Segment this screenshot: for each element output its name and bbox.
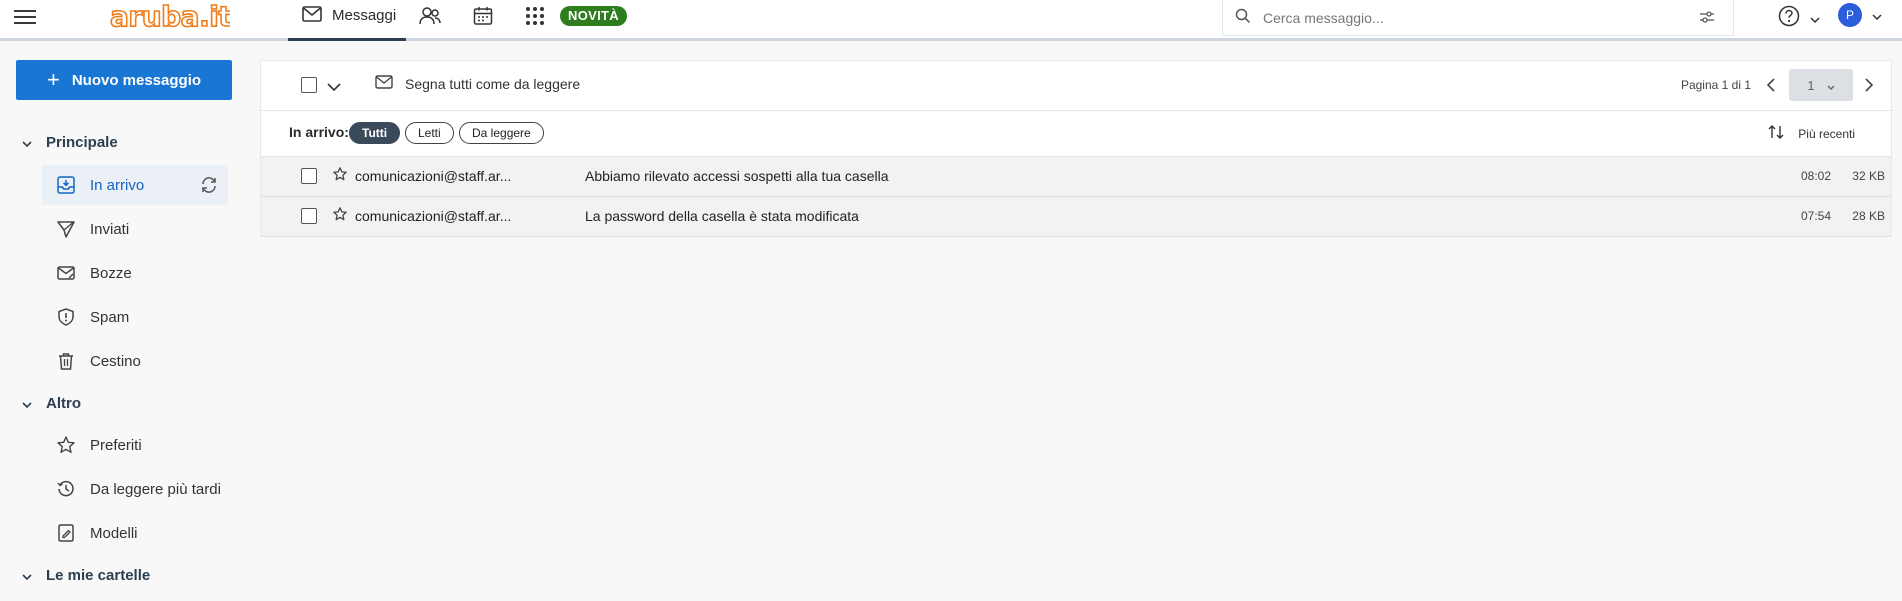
chevron-down-icon [22,567,32,584]
mail-icon [375,75,393,92]
search-filter-icon[interactable] [1699,9,1715,29]
message-list-panel: Segna tutti come da leggere Pagina 1 di … [260,60,1892,237]
help-menu[interactable] [1778,5,1820,31]
sort-label: Più recenti [1798,126,1855,141]
new-message-label: Nuovo messaggio [71,71,202,89]
chevron-down-icon [1872,7,1882,24]
sidebar-item-spam[interactable]: Spam [42,297,228,337]
page-select[interactable]: 1 [1789,69,1853,101]
template-icon [56,524,76,542]
chevron-down-icon [1810,10,1820,27]
filter-chip-read[interactable]: Letti [405,122,454,144]
sidebar-item-label: Inviati [90,220,130,238]
message-checkbox[interactable] [301,168,317,184]
top-bar: aruba.it Messaggi NOVITÀ P [0,0,1902,41]
novita-badge[interactable]: NOVITÀ [560,6,627,26]
section-label: Altro [46,395,81,412]
avatar: P [1838,3,1862,27]
filter-chip-all[interactable]: Tutti [349,122,401,144]
mail-icon [302,6,322,26]
filter-label: In arrivo: [289,124,349,140]
sidebar-item-label: Bozze [90,264,132,282]
message-row[interactable]: comunicazioni@staff.ar... Abbiamo rileva… [261,157,1891,197]
section-label: Principale [46,134,118,151]
sidebar-item-label: Preferiti [90,436,142,454]
next-page-icon[interactable] [1865,78,1873,92]
new-message-button[interactable]: + Nuovo messaggio [16,60,232,100]
sidebar-item-inbox[interactable]: In arrivo [42,165,228,205]
logo-text: aruba.it [110,0,230,33]
clock-icon [56,480,76,498]
pagination: Pagina 1 di 1 1 [1681,69,1891,101]
refresh-icon[interactable] [200,176,218,198]
hamburger-menu-icon[interactable] [14,6,38,28]
message-subject: Abbiamo rilevato accessi sospetti alla t… [585,168,889,184]
star-icon[interactable] [333,167,347,184]
contacts-icon[interactable] [417,4,443,28]
tab-messages[interactable]: Messaggi [288,0,406,41]
section-label: Le mie cartelle [46,567,151,584]
trash-icon [56,352,76,370]
mark-all-button[interactable]: Segna tutti come da leggere [375,75,580,92]
prev-page-icon[interactable] [1767,78,1775,92]
send-icon [56,220,76,238]
page-select-value: 1 [1807,77,1815,93]
sidebar-item-label: Spam [90,308,130,326]
search-icon [1235,8,1251,28]
sidebar-item-label: In arrivo [90,176,145,194]
mark-all-label: Segna tutti come da leggere [405,75,581,92]
user-menu[interactable]: P [1838,3,1882,27]
list-toolbar: Segna tutti come da leggere Pagina 1 di … [261,61,1891,111]
select-options-chevron-icon[interactable] [327,78,341,95]
filter-bar: In arrivo: Tutti Letti Da leggere Più re… [261,111,1891,157]
message-time: 07:54 [1800,209,1831,223]
calendar-icon[interactable] [470,4,496,28]
aruba-logo[interactable]: aruba.it [110,0,230,34]
section-my-folders[interactable]: Le mie cartelle [22,567,150,584]
chevron-down-icon [22,134,32,151]
message-time: 08:02 [1800,169,1831,183]
sort-icon [1768,124,1784,143]
sidebar-item-drafts[interactable]: Bozze [42,253,228,293]
message-row[interactable]: comunicazioni@staff.ar... La password de… [261,197,1891,237]
tab-messages-label: Messaggi [332,7,397,24]
sidebar-item-label: Da leggere più tardi [90,480,221,498]
sidebar-item-label: Modelli [90,524,138,542]
search-input[interactable] [1263,9,1703,26]
help-icon [1778,5,1800,31]
chevron-down-icon [22,395,32,412]
inbox-icon [56,176,76,194]
select-all-checkbox[interactable] [301,77,317,93]
search-box [1222,0,1734,36]
section-altro[interactable]: Altro [22,395,81,412]
section-principale[interactable]: Principale [22,134,118,151]
sidebar-item-sent[interactable]: Inviati [42,209,228,249]
chevron-down-icon [1827,78,1835,93]
filter-chip-unread[interactable]: Da leggere [459,122,544,144]
message-subject: La password della casella è stata modifi… [585,208,859,224]
sidebar-item-trash[interactable]: Cestino [42,341,228,381]
sidebar-item-favorites[interactable]: Preferiti [42,425,228,465]
page-info: Pagina 1 di 1 [1680,78,1751,92]
message-checkbox[interactable] [301,208,317,224]
apps-grid-icon[interactable] [522,4,548,28]
shield-icon [56,308,76,326]
sidebar-item-templates[interactable]: Modelli [42,513,228,553]
plus-icon: + [46,67,60,92]
star-icon[interactable] [333,207,347,224]
message-sender: comunicazioni@staff.ar... [355,168,512,184]
sidebar-item-read-later[interactable]: Da leggere più tardi [42,469,228,509]
message-sender: comunicazioni@staff.ar... [355,208,512,224]
sidebar-item-label: Cestino [90,352,141,370]
message-size: 32 KB [1852,169,1885,183]
draft-icon [56,265,76,281]
sort-button[interactable]: Più recenti [1768,124,1855,143]
message-size: 28 KB [1852,209,1885,223]
star-icon [56,436,76,454]
